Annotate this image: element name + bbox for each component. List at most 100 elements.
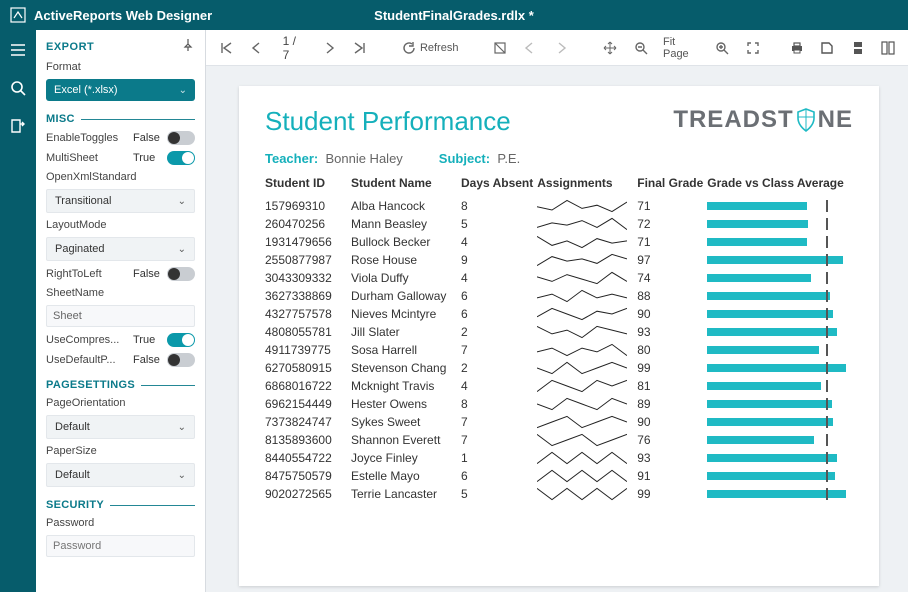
papersize-label: PaperSize: [46, 445, 195, 457]
cell-grade: 74: [637, 269, 707, 287]
cell-name: Hester Owens: [351, 395, 461, 413]
shield-icon: [796, 108, 816, 132]
cell-days: 4: [461, 269, 537, 287]
report-surface[interactable]: Student Performance TREADST NE Teacher: …: [206, 66, 908, 592]
print-icon[interactable]: [789, 39, 805, 57]
cell-sparkline: [537, 197, 637, 216]
cell-sparkline: [537, 413, 637, 431]
enable-toggles-switch[interactable]: [167, 131, 195, 145]
table-row: 6868016722Mcknight Travis481: [265, 377, 853, 395]
cell-days: 6: [461, 287, 537, 305]
cell-name: Joyce Finley: [351, 449, 461, 467]
col-days: Days Absent: [461, 174, 537, 197]
zoom-in-icon[interactable]: [714, 39, 730, 57]
cell-bar: [707, 233, 853, 251]
cell-days: 4: [461, 233, 537, 251]
cell-name: Estelle Mayo: [351, 467, 461, 485]
table-row: 8440554722Joyce Finley193: [265, 449, 853, 467]
layoutmode-label: LayoutMode: [46, 219, 195, 231]
cell-bar: [707, 377, 853, 395]
history-forward-icon[interactable]: [553, 39, 569, 57]
export-title: EXPORT: [46, 41, 94, 53]
cell-name: Sykes Sweet: [351, 413, 461, 431]
first-page-icon[interactable]: [218, 39, 234, 57]
section-misc: MISC: [46, 113, 195, 125]
usecompress-switch[interactable]: [167, 333, 195, 347]
cell-grade: 71: [637, 197, 707, 216]
cell-sparkline: [537, 467, 637, 485]
single-page-icon[interactable]: [819, 39, 835, 57]
fit-page-button[interactable]: Fit Page: [663, 36, 700, 60]
rtl-switch[interactable]: [167, 267, 195, 281]
cell-sparkline: [537, 323, 637, 341]
papersize-select[interactable]: Default ⌄: [46, 463, 195, 487]
openxml-value: Transitional: [55, 195, 111, 207]
cell-grade: 89: [637, 395, 707, 413]
history-back-icon[interactable]: [522, 39, 538, 57]
cell-grade: 71: [637, 233, 707, 251]
cell-days: 6: [461, 467, 537, 485]
search-icon[interactable]: [8, 78, 28, 98]
cell-bar: [707, 449, 853, 467]
cell-bar: [707, 467, 853, 485]
cell-bar: [707, 395, 853, 413]
report-table: Student ID Student Name Days Absent Assi…: [265, 174, 853, 503]
refresh-button[interactable]: Refresh: [402, 41, 459, 55]
layoutmode-select[interactable]: Paginated ⌄: [46, 237, 195, 261]
cell-grade: 80: [637, 341, 707, 359]
multisheet-switch[interactable]: [167, 151, 195, 165]
cell-name: Rose House: [351, 251, 461, 269]
chevron-down-icon: ⌄: [178, 244, 186, 255]
cell-grade: 99: [637, 359, 707, 377]
cell-days: 1: [461, 449, 537, 467]
openxml-select[interactable]: Transitional ⌄: [46, 189, 195, 213]
table-row: 4327757578Nieves Mcintyre690: [265, 305, 853, 323]
usedefault-switch[interactable]: [167, 353, 195, 367]
cell-bar: [707, 359, 853, 377]
move-icon[interactable]: [602, 39, 618, 57]
next-page-icon[interactable]: [322, 39, 338, 57]
prev-page-icon[interactable]: [248, 39, 264, 57]
galley-icon[interactable]: [880, 39, 896, 57]
format-select[interactable]: Excel (*.xlsx) ⌄: [46, 79, 195, 101]
password-input[interactable]: [46, 535, 195, 557]
cell-id: 4911739775: [265, 341, 351, 359]
zoom-out-icon[interactable]: [633, 39, 649, 57]
table-row: 1931479656Bullock Becker471: [265, 233, 853, 251]
sheetname-input[interactable]: [46, 305, 195, 327]
refresh-label: Refresh: [420, 42, 459, 54]
cell-name: Viola Duffy: [351, 269, 461, 287]
cell-bar: [707, 269, 853, 287]
cell-grade: 99: [637, 485, 707, 503]
pageorientation-select[interactable]: Default ⌄: [46, 415, 195, 439]
continuous-page-icon[interactable]: [849, 39, 865, 57]
cell-grade: 72: [637, 215, 707, 233]
usecompress-label: UseCompres...: [46, 334, 127, 346]
cell-grade: 81: [637, 377, 707, 395]
cancel-icon[interactable]: [492, 39, 508, 57]
pin-icon[interactable]: [181, 38, 195, 55]
rtl-value: False: [133, 268, 161, 280]
fullscreen-icon[interactable]: [744, 39, 760, 57]
export-icon[interactable]: [8, 116, 28, 136]
cell-sparkline: [537, 233, 637, 251]
cell-days: 8: [461, 395, 537, 413]
subject-value: P.E.: [497, 151, 520, 166]
teacher-value: Bonnie Haley: [325, 151, 402, 166]
cell-bar: [707, 341, 853, 359]
cell-grade: 93: [637, 323, 707, 341]
table-row: 4808055781Jill Slater293: [265, 323, 853, 341]
cell-name: Alba Hancock: [351, 197, 461, 216]
cell-sparkline: [537, 359, 637, 377]
openxml-label: OpenXmlStandard: [46, 171, 195, 183]
menu-icon[interactable]: [8, 40, 28, 60]
app-name: ActiveReports Web Designer: [34, 8, 212, 23]
last-page-icon[interactable]: [352, 39, 368, 57]
cell-days: 8: [461, 197, 537, 216]
cell-bar: [707, 197, 853, 216]
cell-name: Mcknight Travis: [351, 377, 461, 395]
cell-name: Jill Slater: [351, 323, 461, 341]
chevron-down-icon: ⌄: [178, 196, 186, 207]
cell-sparkline: [537, 449, 637, 467]
cell-bar: [707, 323, 853, 341]
